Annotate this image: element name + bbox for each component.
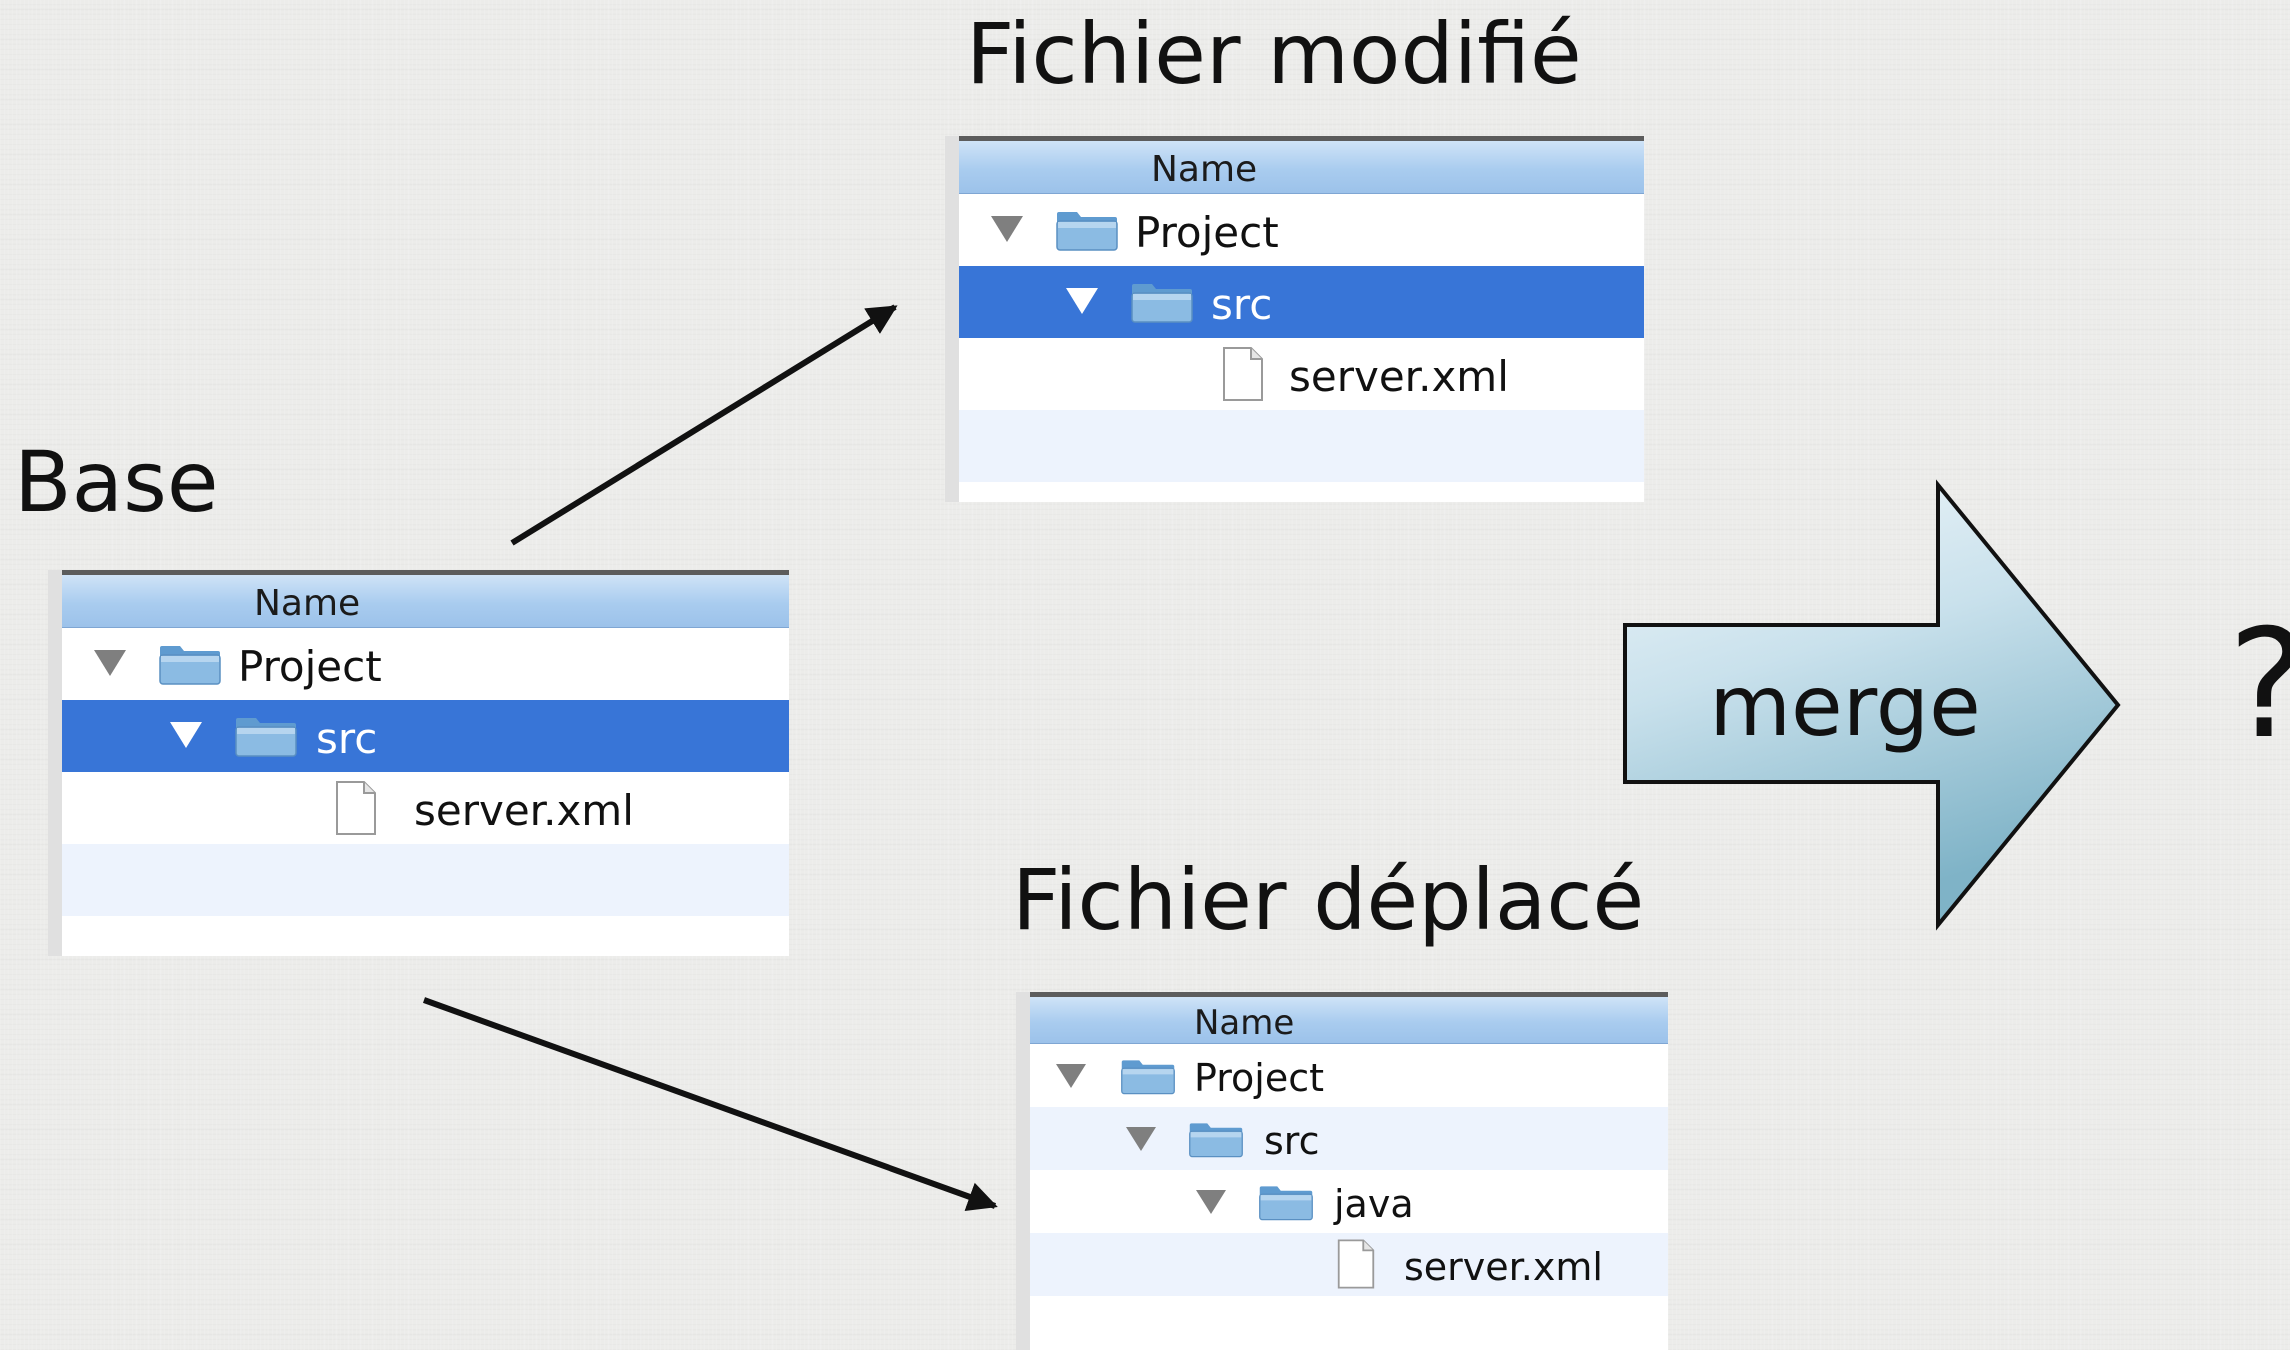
arrow-to-moved [422, 997, 998, 1211]
diagram-overlay: merge [422, 304, 2121, 1211]
arrow-to-modified [510, 304, 898, 546]
merge-label: merge [1709, 657, 1981, 755]
